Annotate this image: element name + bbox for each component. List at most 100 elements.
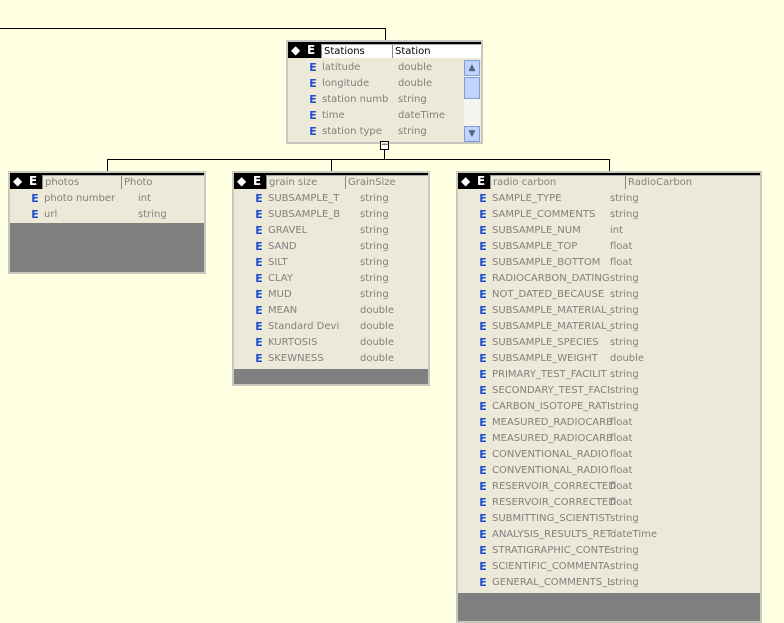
- diamond-icon: ◆: [13, 174, 23, 188]
- field-type: string: [610, 193, 639, 204]
- field-row[interactable]: Estation numb string: [306, 92, 465, 108]
- field-name: longitude: [322, 78, 370, 89]
- field-row[interactable]: E SUBSAMPLE_SPECIES string: [476, 335, 760, 351]
- field-row[interactable]: E STRATIGRAPHIC_CONTE string: [476, 543, 760, 559]
- element-icon: E: [31, 192, 39, 205]
- field-name: SUBSAMPLE_SPECIES: [492, 337, 599, 348]
- element-icon: E: [255, 240, 263, 253]
- field-row[interactable]: Elatitude double: [306, 60, 465, 76]
- field-row[interactable]: E SECONDARY_TEST_FACI string: [476, 383, 760, 399]
- field-row[interactable]: E CLAY string: [252, 271, 428, 287]
- field-name: PRIMARY_TEST_FACILIT: [492, 369, 607, 380]
- field-type: string: [610, 273, 639, 284]
- radio-type[interactable]: RadioCarbon: [625, 175, 760, 189]
- collapse-toggle[interactable]: −: [380, 141, 389, 150]
- field-row[interactable]: E MUD string: [252, 287, 428, 303]
- field-row[interactable]: E SUBSAMPLE_T string: [252, 191, 428, 207]
- grain-name[interactable]: grain size: [266, 175, 345, 189]
- grain-type[interactable]: GrainSize: [345, 175, 428, 189]
- field-type: int: [610, 225, 624, 236]
- field-row[interactable]: E SKEWNESS double: [252, 351, 428, 367]
- field-name: CLAY: [268, 273, 293, 284]
- element-icon: E: [307, 43, 316, 57]
- field-row[interactable]: E SAMPLE_COMMENTS string: [476, 207, 760, 223]
- field-row[interactable]: E SAND string: [252, 239, 428, 255]
- photos-name[interactable]: photos: [42, 175, 121, 189]
- field-name: station type: [322, 126, 382, 137]
- field-row[interactable]: E RADIOCARBON_DATING string: [476, 271, 760, 287]
- field-row[interactable]: E KURTOSIS double: [252, 335, 428, 351]
- photos-element-box[interactable]: ◆ E photos Photo Ephoto number int Eurl str…: [8, 171, 206, 274]
- stations-scrollbar[interactable]: ▲ ▼: [464, 60, 480, 142]
- field-row[interactable]: E MEASURED_RADIOCARB float: [476, 431, 760, 447]
- element-icon: E: [479, 288, 487, 301]
- field-row[interactable]: E RESERVOIR_CORRECTED float: [476, 479, 760, 495]
- element-control[interactable]: ◆ E: [234, 173, 266, 189]
- field-row[interactable]: E MEASURED_RADIOCARB float: [476, 415, 760, 431]
- element-control[interactable]: ◆ E: [288, 42, 320, 58]
- field-type: string: [360, 225, 389, 236]
- element-icon: E: [479, 192, 487, 205]
- stations-fields: Elatitude double Elongitude double Estation …: [288, 58, 481, 142]
- element-control[interactable]: ◆ E: [458, 173, 490, 189]
- stations-element-box[interactable]: ◆ E Stations Station Elatitude double Elon…: [286, 40, 483, 144]
- field-row[interactable]: E SUBSAMPLE_BOTTOM float: [476, 255, 760, 271]
- field-type: string: [398, 94, 427, 105]
- field-type: string: [360, 209, 389, 220]
- field-name: latitude: [322, 62, 361, 73]
- field-name: SILT: [268, 257, 288, 268]
- field-row[interactable]: E GRAVEL string: [252, 223, 428, 239]
- field-type: string: [610, 385, 639, 396]
- scroll-thumb[interactable]: [464, 77, 480, 99]
- element-control[interactable]: ◆ E: [10, 173, 42, 189]
- field-row[interactable]: E SUBSAMPLE_MATERIAL_ string: [476, 303, 760, 319]
- field-row[interactable]: E NOT_DATED_BECAUSE string: [476, 287, 760, 303]
- field-row[interactable]: E SUBMITTING_SCIENTIST string: [476, 511, 760, 527]
- scroll-down-button[interactable]: ▼: [464, 126, 480, 142]
- field-row[interactable]: Elongitude double: [306, 76, 465, 92]
- element-icon: E: [479, 208, 487, 221]
- stations-name[interactable]: Stations: [321, 44, 392, 58]
- photos-type[interactable]: Photo: [121, 175, 204, 189]
- scroll-up-button[interactable]: ▲: [464, 60, 480, 76]
- field-row[interactable]: E SILT string: [252, 255, 428, 271]
- field-row[interactable]: E SAMPLE_TYPE string: [476, 191, 760, 207]
- field-name: MEASURED_RADIOCARB: [492, 433, 613, 444]
- photos-fields: Ephoto number int Eurl string: [10, 189, 204, 223]
- field-row[interactable]: E PRIMARY_TEST_FACILIT string: [476, 367, 760, 383]
- connector-parent-vertical: [385, 28, 386, 40]
- field-row[interactable]: E SUBSAMPLE_MATERIAL_ string: [476, 319, 760, 335]
- field-row[interactable]: E ANALYSIS_RESULTS_RET dateTime: [476, 527, 760, 543]
- element-icon: E: [255, 336, 263, 349]
- field-row[interactable]: E GENERAL_COMMENTS_L string: [476, 575, 760, 591]
- radio-name[interactable]: radio carbon: [490, 175, 625, 189]
- field-row[interactable]: E CONVENTIONAL_RADIO float: [476, 463, 760, 479]
- field-type: float: [610, 257, 633, 268]
- field-row[interactable]: E SUBSAMPLE_NUM int: [476, 223, 760, 239]
- field-row[interactable]: Eurl string: [28, 207, 204, 223]
- field-row[interactable]: E SUBSAMPLE_TOP float: [476, 239, 760, 255]
- field-row[interactable]: E RESERVOIR_CORRECTED float: [476, 495, 760, 511]
- field-row[interactable]: E CARBON_ISOTOPE_RATI string: [476, 399, 760, 415]
- field-type: string: [610, 321, 639, 332]
- field-name: RADIOCARBON_DATING: [492, 273, 610, 284]
- radio-element-box[interactable]: ◆ E radio carbon RadioCarbon E SAMPLE_TYP…: [456, 171, 762, 623]
- stations-type[interactable]: Station: [392, 44, 481, 58]
- field-row[interactable]: E MEAN double: [252, 303, 428, 319]
- field-row[interactable]: E SCIENTIFIC_COMMENTA string: [476, 559, 760, 575]
- field-row[interactable]: Ephoto number int: [28, 191, 204, 207]
- field-row[interactable]: E SUBSAMPLE_WEIGHT double: [476, 351, 760, 367]
- field-row[interactable]: Etime dateTime: [306, 108, 465, 124]
- field-row[interactable]: E Standard Devi double: [252, 319, 428, 335]
- field-row[interactable]: E CONVENTIONAL_RADIO float: [476, 447, 760, 463]
- field-type: float: [610, 497, 633, 508]
- element-icon: E: [479, 464, 487, 477]
- element-icon: E: [255, 352, 263, 365]
- field-row[interactable]: Estation type string: [306, 124, 465, 140]
- field-type: float: [610, 449, 633, 460]
- field-type: string: [360, 241, 389, 252]
- photos-header: ◆ E photos Photo: [10, 173, 204, 189]
- field-row[interactable]: E SUBSAMPLE_B string: [252, 207, 428, 223]
- grain-element-box[interactable]: ◆ E grain size GrainSize E SUBSAMPLE_T str…: [232, 171, 430, 386]
- element-icon: E: [479, 544, 487, 557]
